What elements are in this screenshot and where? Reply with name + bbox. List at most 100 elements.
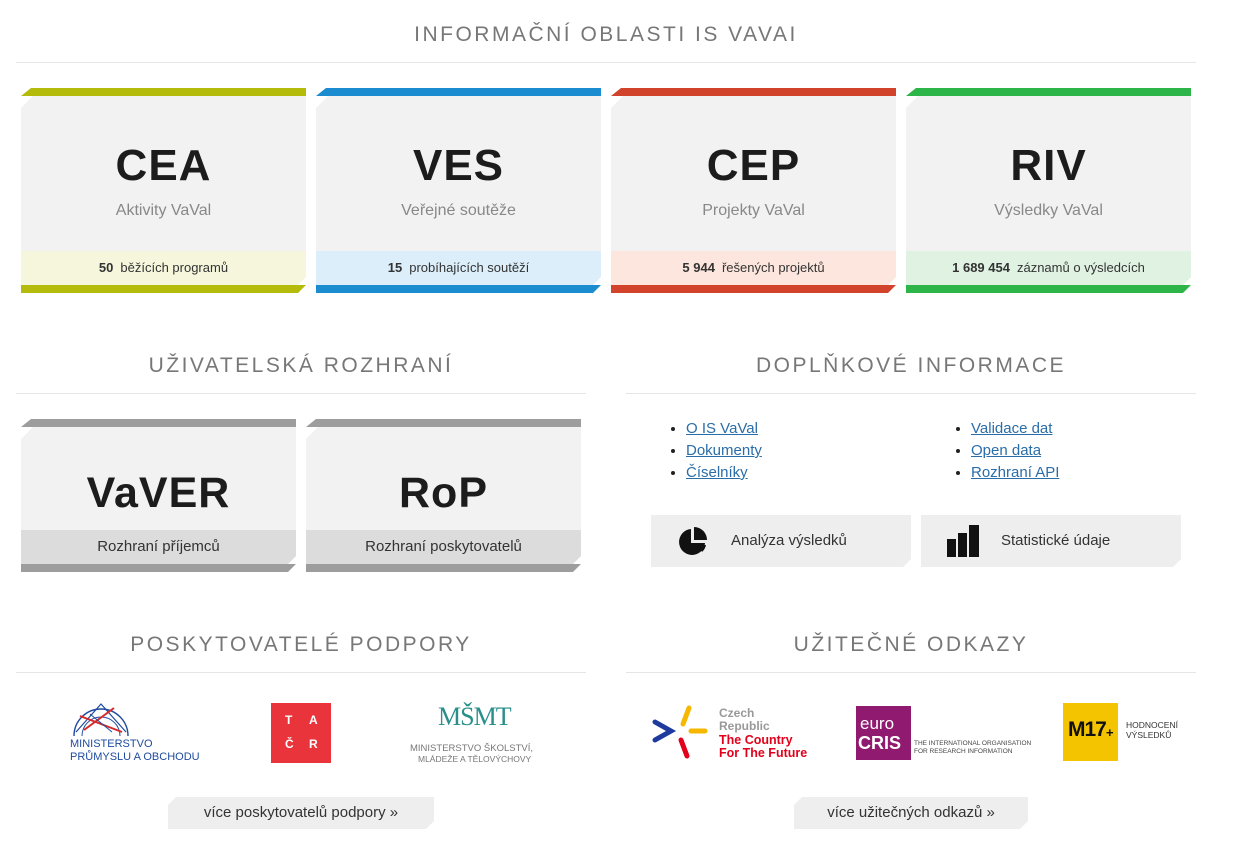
m17-mark: M17: [1068, 718, 1107, 741]
card-abbr: CEP: [706, 141, 801, 190]
list-item: Open data: [971, 440, 1059, 462]
tacr-logo[interactable]: T A Č R: [271, 703, 331, 763]
mpo-emblem-icon: [73, 703, 129, 737]
link-open-data[interactable]: Open data: [971, 442, 1041, 459]
tacr-letter: T: [285, 713, 293, 727]
card-cep[interactable]: CEP Projekty VaVal 5 944 řešených projekt…: [611, 88, 896, 293]
stat-count: 50: [98, 260, 114, 275]
card-subtitle: Aktivity VaVal: [115, 202, 212, 219]
card-abbr: VES: [412, 141, 505, 190]
eurocris-logo[interactable]: euro CRIS THE INTERNATIONAL ORGANISATION…: [856, 706, 1031, 762]
m17-line2: VÝSLEDKŮ: [1126, 730, 1172, 740]
accent-bar: [906, 88, 1191, 96]
link-ciselniky[interactable]: Číselníky: [686, 464, 748, 481]
m17-logo[interactable]: M17 + HODNOCENÍ VÝSLEDKŮ: [1063, 703, 1183, 763]
link-rozhrani-api[interactable]: Rozhraní API: [971, 464, 1059, 481]
bar-chart-icon: [947, 525, 979, 557]
more-links-button[interactable]: více užitečných odkazů »: [794, 797, 1028, 829]
accent-bar: [611, 88, 896, 96]
cz-line3: The Country: [719, 733, 793, 747]
stat-label: probíhajících soutěží: [409, 260, 530, 275]
divider: [16, 393, 586, 394]
section-title-extra: DOPLŇKOVÉ INFORMACE: [755, 354, 1067, 377]
info-links-left: O IS VaVal Dokumenty Číselníky: [666, 418, 762, 484]
card-ves[interactable]: VES Veřejné soutěže 15 probíhajících sout…: [316, 88, 601, 293]
card-abbr: VaVER: [86, 469, 231, 517]
card-cea[interactable]: CEA Aktivity VaVal 50 běžících programů: [21, 88, 306, 293]
msmt-logo[interactable]: MŠMT MINISTERSTVO ŠKOLSTVÍ, MLÁDEŽE A TĚ…: [406, 702, 538, 764]
accent-bar: [316, 285, 601, 293]
divider: [626, 672, 1196, 673]
pie-chart-icon: [677, 525, 709, 557]
czech-star-icon: [652, 705, 708, 759]
cz-line1: Czech: [719, 706, 755, 720]
card-abbr: RoP: [399, 469, 488, 517]
divider: [16, 62, 1196, 63]
mpo-name-line2: PRŮMYSLU A OBCHODU: [70, 751, 200, 763]
link-o-is-vaval[interactable]: O IS VaVal: [686, 420, 758, 437]
more-providers-button[interactable]: více poskytovatelů podpory »: [168, 797, 434, 829]
tacr-letter: R: [309, 737, 318, 751]
eurocris-line1: THE INTERNATIONAL ORGANISATION: [914, 740, 1032, 747]
msmt-name-line1: MINISTERSTVO ŠKOLSTVÍ,: [410, 743, 533, 754]
tile-label: Statistické údaje: [1001, 532, 1111, 549]
msmt-name-line2: MLÁDEŽE A TĚLOVÝCHOVY: [418, 754, 532, 764]
card-stat: 1 689 454 záznamů o výsledcích: [906, 251, 1191, 285]
eurocris-top: euro: [860, 714, 895, 733]
mpo-logo[interactable]: MINISTERSTVO PRŮMYSLU A OBCHODU: [66, 702, 200, 764]
cz-line4: For The Future: [719, 746, 808, 760]
card-stat: 15 probíhajících soutěží: [316, 251, 601, 285]
info-links-right: Validace dat Open data Rozhraní API: [951, 418, 1059, 484]
card-label: Rozhraní příjemců: [21, 530, 296, 564]
tacr-letter: A: [309, 713, 318, 727]
czech-republic-logo[interactable]: Czech Republic The Country For The Futur…: [651, 704, 807, 762]
card-rop[interactable]: RoP Rozhraní poskytovatelů: [306, 419, 581, 572]
list-item: Validace dat: [971, 418, 1059, 440]
accent-bar: [906, 285, 1191, 293]
accent-bar: [21, 285, 306, 293]
list-item: Rozhraní API: [971, 462, 1059, 484]
m17-line1: HODNOCENÍ: [1126, 720, 1178, 730]
card-vaver[interactable]: VaVER Rozhraní příjemců: [21, 419, 296, 572]
msmt-mark: MŠMT: [438, 702, 512, 731]
analysis-tile[interactable]: Analýza výsledků: [651, 515, 911, 567]
accent-bar: [611, 285, 896, 293]
section-title-useful-links: UŽITEČNÉ ODKAZY: [793, 633, 1029, 656]
section-title-interfaces: UŽIVATELSKÁ ROZHRANÍ: [148, 354, 454, 377]
card-stat: 5 944 řešených projektů: [611, 251, 896, 285]
stat-count: 5 944: [682, 260, 715, 275]
cz-line2: Republic: [719, 719, 770, 733]
card-abbr: RIV: [1010, 141, 1087, 190]
card-riv[interactable]: RIV Výsledky VaVal 1 689 454 záznamů o vý…: [906, 88, 1191, 293]
section-title-providers: POSKYTOVATELÉ PODPORY: [130, 633, 472, 656]
divider: [626, 393, 1196, 394]
accent-bar: [316, 88, 601, 96]
card-stat: 50 běžících programů: [21, 251, 306, 285]
link-validace-dat[interactable]: Validace dat: [971, 420, 1052, 437]
m17-box: M17 +: [1063, 703, 1118, 761]
m17-plus: +: [1106, 725, 1114, 740]
list-item: Dokumenty: [686, 440, 762, 462]
list-item: O IS VaVal: [686, 418, 762, 440]
card-abbr: CEA: [115, 141, 212, 190]
link-dokumenty[interactable]: Dokumenty: [686, 442, 762, 459]
divider: [16, 672, 586, 673]
card-label: Rozhraní poskytovatelů: [306, 530, 581, 564]
stat-count: 15: [387, 260, 403, 275]
eurocris-box: euro CRIS: [856, 706, 911, 760]
section-title-info: INFORMAČNÍ OBLASTI IS VAVAI: [414, 23, 798, 46]
accent-bar: [21, 88, 306, 96]
list-item: Číselníky: [686, 462, 762, 484]
tacr-letter: Č: [285, 737, 294, 751]
eurocris-bottom: CRIS: [858, 733, 902, 753]
stat-count: 1 689 454: [952, 260, 1010, 275]
tile-label: Analýza výsledků: [731, 532, 847, 549]
eurocris-line2: FOR RESEARCH INFORMATION: [914, 748, 1013, 755]
card-subtitle: Projekty VaVal: [702, 202, 805, 219]
card-subtitle: Veřejné soutěže: [401, 202, 516, 219]
stat-label: řešených projektů: [721, 260, 825, 275]
stat-label: záznamů o výsledcích: [1016, 260, 1145, 275]
card-subtitle: Výsledky VaVal: [994, 202, 1103, 219]
statistics-tile[interactable]: Statistické údaje: [921, 515, 1181, 567]
mpo-name-line1: MINISTERSTVO: [70, 738, 153, 750]
